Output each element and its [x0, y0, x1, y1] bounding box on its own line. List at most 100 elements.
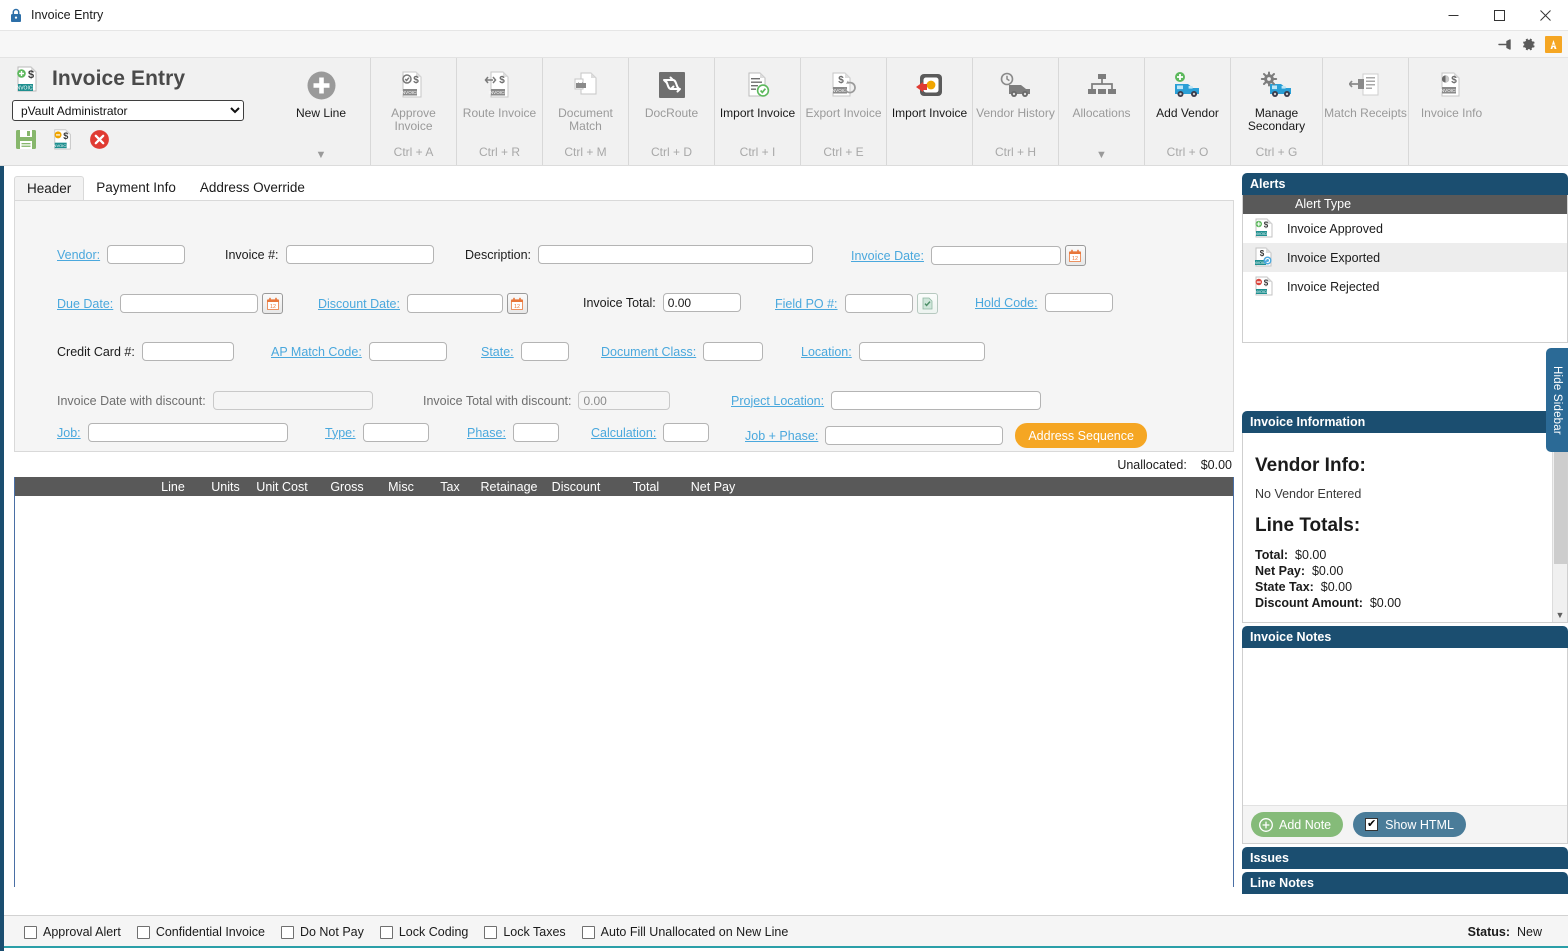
ribbon-button-export-invoice[interactable]: INVOICE $ Export Invoice Ctrl + E [800, 58, 886, 165]
discount-date-calendar-icon[interactable]: 12 [506, 293, 528, 314]
ribbon-button-document-match[interactable]: Document Match Ctrl + M [542, 58, 628, 165]
grid-col-line[interactable]: Line [143, 480, 203, 494]
maximize-button[interactable] [1476, 0, 1522, 31]
user-select[interactable]: pVault Administrator [12, 100, 244, 121]
alert-row[interactable]: INVOICE $ Invoice Approved [1243, 214, 1567, 243]
grid-body[interactable] [15, 496, 1233, 905]
invoice-date-input[interactable] [930, 246, 1061, 265]
checkbox-lock-coding[interactable]: Lock Coding [379, 925, 468, 939]
checkbox-do-not-pay[interactable]: Do Not Pay [280, 925, 364, 939]
address-sequence-button[interactable]: Address Sequence [1015, 423, 1147, 448]
field-po-label[interactable]: Field PO #: [775, 297, 838, 311]
gear-icon[interactable] [1520, 36, 1537, 53]
chevron-down-icon[interactable]: ▼ [1059, 149, 1144, 161]
type-input[interactable] [362, 423, 429, 442]
chevron-down-icon[interactable]: ▼ [272, 149, 370, 161]
discount-date-label[interactable]: Discount Date: [318, 297, 400, 311]
state-label[interactable]: State: [481, 345, 514, 359]
field-po-check-doc-icon[interactable] [916, 293, 938, 314]
job-phase-label[interactable]: Job + Phase: [745, 429, 818, 443]
phase-input[interactable] [512, 423, 559, 442]
scroll-down-icon[interactable]: ▼ [1553, 607, 1567, 622]
checkbox-box[interactable] [581, 925, 595, 939]
tab-header[interactable]: Header [14, 176, 85, 201]
checkbox-confidential-invoice[interactable]: Confidential Invoice [136, 925, 265, 939]
grid-col-units[interactable]: Units [203, 480, 248, 494]
discount-date-input[interactable] [406, 294, 503, 313]
invoice-information-scrollbar[interactable]: ▲ ▼ [1552, 433, 1567, 622]
due-date-input[interactable] [120, 294, 259, 313]
minimize-button[interactable] [1430, 0, 1476, 31]
show-html-checkbox[interactable]: ✔ [1365, 818, 1379, 831]
app-badge-icon[interactable] [1545, 35, 1562, 53]
ap-match-code-label[interactable]: AP Match Code: [271, 345, 362, 359]
invoice-total-input[interactable] [662, 293, 741, 312]
grid-col-retainage[interactable]: Retainage [476, 480, 542, 494]
checkbox-box[interactable] [24, 925, 37, 939]
checkbox-box[interactable] [136, 925, 150, 939]
invoice-date-label[interactable]: Invoice Date: [851, 249, 924, 263]
checkbox-box[interactable] [280, 925, 294, 939]
credit-card-input[interactable] [141, 342, 234, 361]
grid-col-discount[interactable]: Discount [542, 480, 610, 494]
save-icon[interactable] [15, 129, 37, 150]
checkbox-box[interactable] [484, 925, 498, 939]
ribbon-button-import-invoice[interactable]: Import Invoice Ctrl + I [714, 58, 800, 165]
grid-col-total[interactable]: Total [610, 480, 682, 494]
hold-code-input[interactable] [1044, 293, 1113, 312]
grid-col-gross[interactable]: Gross [316, 480, 378, 494]
invoice-notes-textarea[interactable] [1243, 648, 1567, 805]
ribbon-button-docroute[interactable]: DocRoute Ctrl + D [628, 58, 714, 165]
ribbon-button-invoice-info[interactable]: INVOICE $ Invoice Info [1408, 58, 1494, 165]
grid-col-unit-cost[interactable]: Unit Cost [248, 480, 316, 494]
tab-address-override[interactable]: Address Override [188, 176, 317, 200]
project-location-label[interactable]: Project Location: [731, 394, 824, 408]
job-phase-input[interactable] [825, 426, 1004, 445]
document-class-label[interactable]: Document Class: [601, 345, 696, 359]
project-location-input[interactable] [831, 391, 1042, 410]
checkbox-lock-taxes[interactable]: Lock Taxes [484, 925, 566, 939]
grid-col-misc[interactable]: Misc [378, 480, 424, 494]
hold-code-label[interactable]: Hold Code: [975, 296, 1038, 310]
hide-sidebar-button[interactable]: Hide Sidebar [1546, 348, 1568, 452]
close-button[interactable] [1522, 0, 1568, 31]
ap-match-code-input[interactable] [368, 342, 447, 361]
location-input[interactable] [858, 342, 985, 361]
ribbon-button-manage-secondary[interactable]: Manage Secondary Ctrl + G [1230, 58, 1322, 165]
invoice-number-input[interactable] [285, 245, 434, 264]
field-po-input[interactable] [844, 294, 913, 313]
job-label[interactable]: Job: [57, 426, 81, 440]
job-input[interactable] [87, 423, 288, 442]
ribbon-button-match-receipts[interactable]: Match Receipts [1322, 58, 1408, 165]
ribbon-button-allocations[interactable]: Allocations ▼ [1058, 58, 1144, 165]
invoice-date-calendar-icon[interactable]: 12 [1064, 245, 1086, 266]
ribbon-button-new-line[interactable]: New Line ▼ [272, 58, 370, 165]
cancel-icon[interactable] [89, 129, 110, 150]
checkbox-approval-alert[interactable]: Approval Alert [24, 925, 121, 939]
type-label[interactable]: Type: [325, 426, 356, 440]
issues-panel-header[interactable]: Issues [1242, 847, 1568, 869]
due-date-label[interactable]: Due Date: [57, 297, 113, 311]
calculation-label[interactable]: Calculation: [591, 426, 656, 440]
due-date-calendar-icon[interactable]: 12 [262, 293, 284, 314]
scrollbar-thumb[interactable] [1554, 448, 1567, 564]
pin-icon[interactable] [1497, 37, 1512, 52]
ribbon-button-approve-invoice[interactable]: INVOICE $ Approve Invoice Ctrl + A [370, 58, 456, 165]
ribbon-button-vendor-history[interactable]: Vendor History Ctrl + H [972, 58, 1058, 165]
alert-row[interactable]: INVOICE $ Invoice Rejected [1243, 272, 1567, 301]
description-input[interactable] [538, 245, 813, 264]
document-class-input[interactable] [703, 342, 764, 361]
ribbon-button-import-invoice-alt[interactable]: Import Invoice [886, 58, 972, 165]
add-note-button[interactable]: Add Note [1251, 812, 1344, 837]
checkbox-box[interactable] [379, 925, 393, 939]
state-input[interactable] [520, 342, 569, 361]
phase-label[interactable]: Phase: [467, 426, 506, 440]
tab-payment-info[interactable]: Payment Info [84, 176, 188, 200]
grid-col-net-pay[interactable]: Net Pay [682, 480, 744, 494]
show-html-toggle[interactable]: ✔ Show HTML [1353, 812, 1466, 837]
calculation-input[interactable] [663, 423, 710, 442]
location-label[interactable]: Location: [801, 345, 852, 359]
checkbox-auto-fill-unallocated[interactable]: Auto Fill Unallocated on New Line [581, 925, 788, 939]
ribbon-button-route-invoice[interactable]: INVOICE $ Route Invoice Ctrl + R [456, 58, 542, 165]
vendor-label[interactable]: Vendor: [57, 248, 100, 262]
